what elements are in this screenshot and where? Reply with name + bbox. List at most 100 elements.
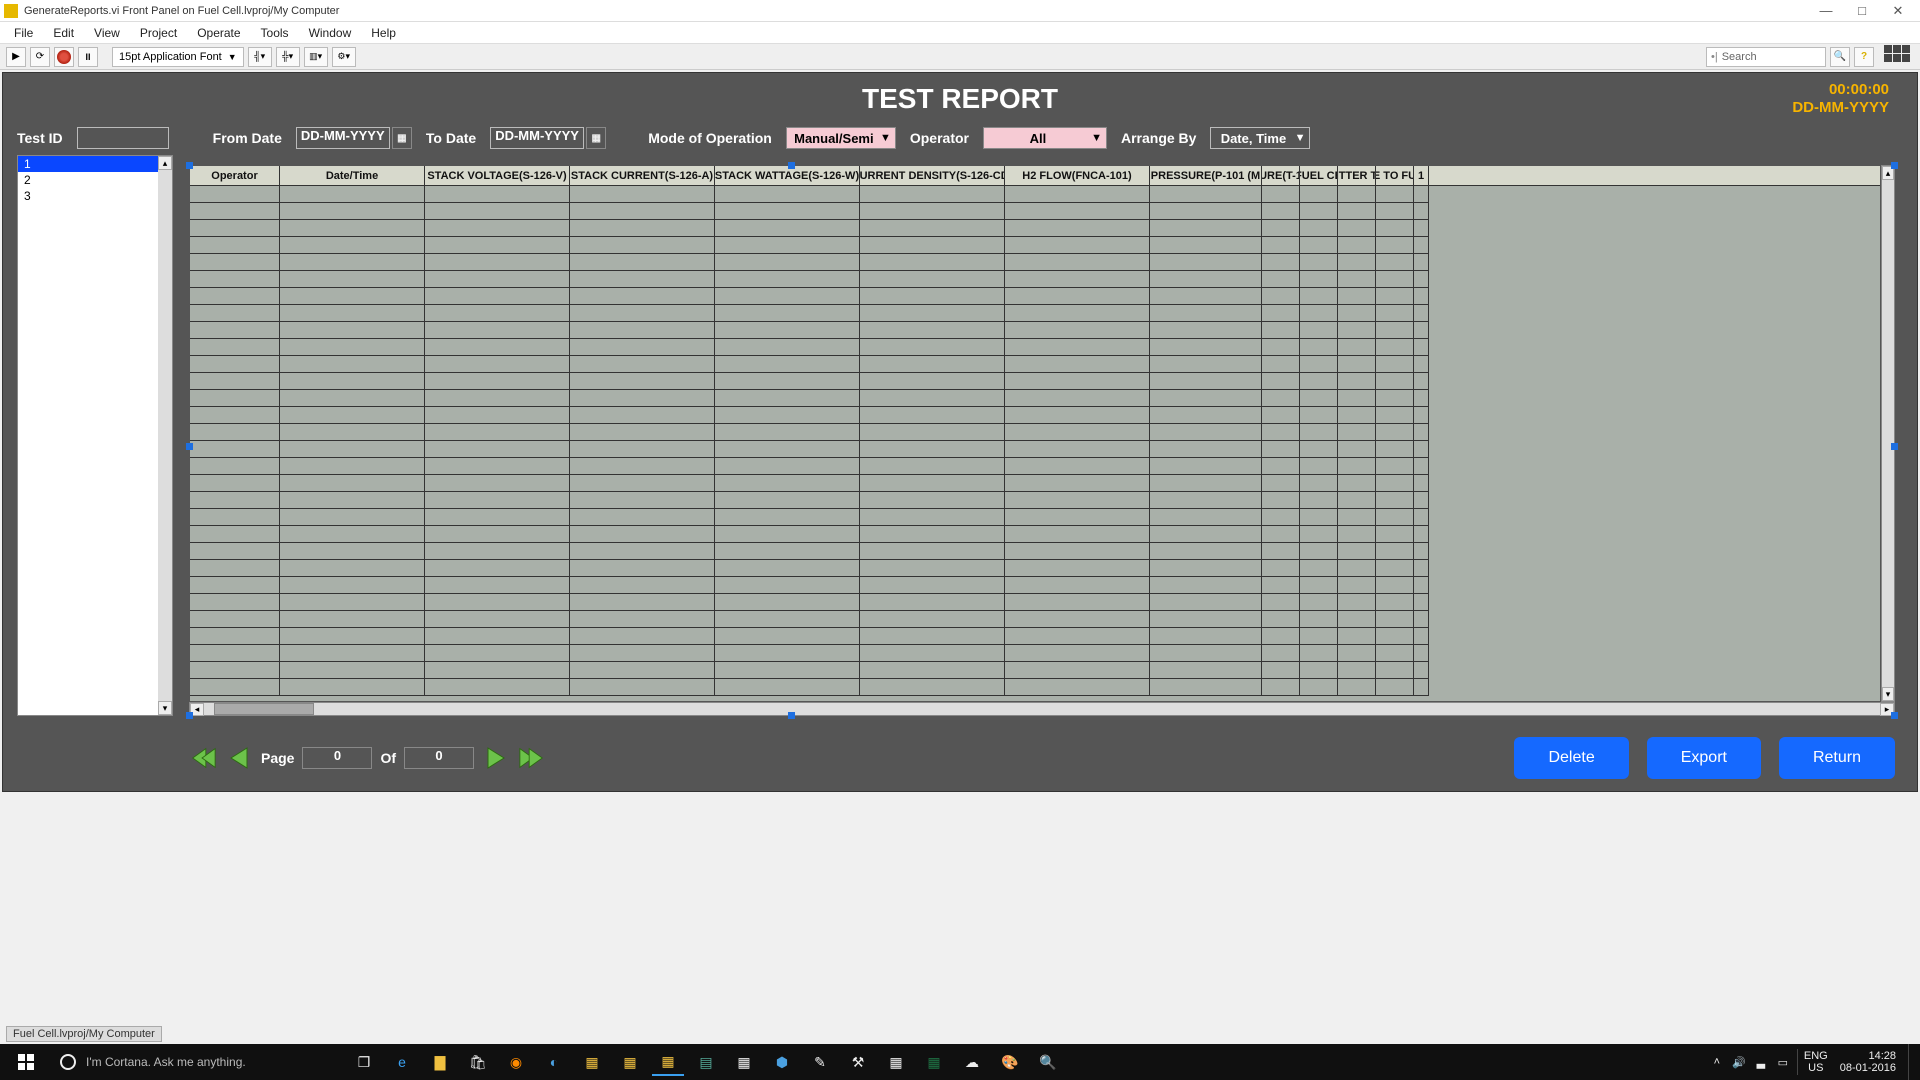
taskbar-labview-active-icon[interactable]: ▦ (652, 1048, 684, 1076)
taskbar-store-icon[interactable]: 🛍 (462, 1048, 494, 1076)
taskbar-app-icon[interactable]: ✎ (804, 1048, 836, 1076)
close-button[interactable]: ✕ (1880, 1, 1916, 21)
selection-handle[interactable] (1891, 443, 1898, 450)
reorder-button[interactable]: ⚙▾ (332, 47, 356, 67)
status-tab[interactable]: Fuel Cell.lvproj/My Computer (6, 1026, 162, 1042)
font-selector[interactable]: 15pt Application Font ▼ (112, 47, 244, 67)
language-indicator[interactable]: ENG US (1804, 1050, 1828, 1074)
from-date-calendar-button[interactable]: ▦ (392, 127, 412, 149)
column-header[interactable]: Date/Time (280, 166, 425, 185)
mode-select[interactable]: Manual/Semi ▼ (786, 127, 896, 149)
taskbar-excel-icon[interactable]: ▦ (918, 1048, 950, 1076)
table-row[interactable] (190, 662, 1880, 679)
page-number-input[interactable]: 0 (302, 747, 372, 769)
test-id-listbox[interactable]: 1 2 3 ▴ ▾ (17, 155, 173, 716)
menu-view[interactable]: View (84, 24, 130, 42)
selection-handle[interactable] (788, 712, 795, 719)
export-button[interactable]: Export (1647, 737, 1761, 779)
search-input[interactable]: •| Search (1706, 47, 1826, 67)
table-row[interactable] (190, 424, 1880, 441)
arrange-select[interactable]: Date, Time ▼ (1210, 127, 1310, 149)
table-row[interactable] (190, 458, 1880, 475)
table-row[interactable] (190, 509, 1880, 526)
return-button[interactable]: Return (1779, 737, 1895, 779)
taskbar-calculator-icon[interactable]: ▦ (728, 1048, 760, 1076)
selection-handle[interactable] (186, 712, 193, 719)
taskbar-clock[interactable]: 14:28 08-01-2016 (1834, 1050, 1902, 1074)
selection-handle[interactable] (1891, 162, 1898, 169)
data-grid[interactable]: OperatorDate/TimeSTACK VOLTAGE(S-126-V)S… (189, 165, 1881, 702)
column-header[interactable]: STACK VOLTAGE(S-126-V) (425, 166, 570, 185)
table-row[interactable] (190, 407, 1880, 424)
taskbar-app-icon[interactable]: ⚒ (842, 1048, 874, 1076)
menu-edit[interactable]: Edit (43, 24, 84, 42)
list-item[interactable]: 2 (18, 172, 158, 188)
menu-operate[interactable]: Operate (187, 24, 250, 42)
taskbar-app-icon[interactable]: ▦ (880, 1048, 912, 1076)
column-header[interactable]: E TO FU (1376, 166, 1414, 185)
scroll-down-icon[interactable]: ▾ (1882, 687, 1894, 701)
abort-button[interactable] (54, 47, 74, 67)
operator-select[interactable]: All ▼ (983, 127, 1107, 149)
show-desktop-button[interactable] (1908, 1044, 1914, 1080)
run-continuous-button[interactable]: ⟳ (30, 47, 50, 67)
table-row[interactable] (190, 441, 1880, 458)
table-row[interactable] (190, 254, 1880, 271)
menu-file[interactable]: File (4, 24, 43, 42)
taskbar-firefox-icon[interactable]: ◉ (500, 1048, 532, 1076)
taskbar-explorer-icon[interactable]: ▇ (424, 1048, 456, 1076)
taskbar-app-icon[interactable]: 🔍 (1032, 1048, 1064, 1076)
column-header[interactable]: ITTER T (1338, 166, 1376, 185)
selection-handle[interactable] (1891, 712, 1898, 719)
table-row[interactable] (190, 577, 1880, 594)
table-row[interactable] (190, 305, 1880, 322)
column-header[interactable]: CURRENT DENSITY(S-126-CD) (860, 166, 1005, 185)
table-row[interactable] (190, 679, 1880, 696)
last-page-button[interactable] (518, 746, 546, 770)
grid-vertical-scrollbar[interactable]: ▴ ▾ (1881, 165, 1895, 702)
taskbar-app-icon[interactable]: ⬢ (766, 1048, 798, 1076)
maximize-button[interactable]: □ (1844, 1, 1880, 21)
align-button[interactable]: ╣▾ (248, 47, 272, 67)
table-row[interactable] (190, 356, 1880, 373)
taskbar-edge-icon[interactable]: e (386, 1048, 418, 1076)
to-date-input[interactable]: DD-MM-YYYY (490, 127, 584, 149)
list-item[interactable]: 3 (18, 188, 158, 204)
tray-action-center-icon[interactable]: ▭ (1775, 1054, 1791, 1070)
table-row[interactable] (190, 628, 1880, 645)
task-view-button[interactable]: ❐ (348, 1048, 380, 1076)
table-row[interactable] (190, 339, 1880, 356)
taskbar-paint-icon[interactable]: 🎨 (994, 1048, 1026, 1076)
from-date-input[interactable]: DD-MM-YYYY (296, 127, 390, 149)
search-button[interactable]: 🔍 (1830, 47, 1850, 67)
taskbar-app-icon[interactable]: ◐ (538, 1048, 570, 1076)
next-page-button[interactable] (482, 746, 510, 770)
taskbar-labview-icon[interactable]: ▦ (576, 1048, 608, 1076)
column-header[interactable]: URE(T-1 (1262, 166, 1300, 185)
column-header[interactable]: PRESSURE(P-101 (M (1150, 166, 1262, 185)
table-row[interactable] (190, 203, 1880, 220)
resize-button[interactable]: ▥▾ (304, 47, 328, 67)
table-row[interactable] (190, 237, 1880, 254)
table-row[interactable] (190, 322, 1880, 339)
table-row[interactable] (190, 186, 1880, 203)
table-row[interactable] (190, 288, 1880, 305)
column-header[interactable]: Operator (190, 166, 280, 185)
taskbar-app-icon[interactable]: ▤ (690, 1048, 722, 1076)
column-header[interactable]: 1 (1414, 166, 1429, 185)
menu-project[interactable]: Project (130, 24, 187, 42)
first-page-button[interactable] (189, 746, 217, 770)
scroll-down-icon[interactable]: ▾ (158, 701, 172, 715)
table-row[interactable] (190, 611, 1880, 628)
selection-handle[interactable] (186, 443, 193, 450)
column-header[interactable]: STACK CURRENT(S-126-A) (570, 166, 715, 185)
pause-button[interactable] (78, 47, 98, 67)
cortana-search[interactable]: I'm Cortana. Ask me anything. (48, 1044, 348, 1080)
table-row[interactable] (190, 373, 1880, 390)
tray-chevron-up-icon[interactable]: ˄ (1709, 1054, 1725, 1070)
table-row[interactable] (190, 475, 1880, 492)
delete-button[interactable]: Delete (1514, 737, 1628, 779)
tray-network-icon[interactable]: ▃ (1753, 1054, 1769, 1070)
to-date-calendar-button[interactable]: ▦ (586, 127, 606, 149)
table-row[interactable] (190, 220, 1880, 237)
